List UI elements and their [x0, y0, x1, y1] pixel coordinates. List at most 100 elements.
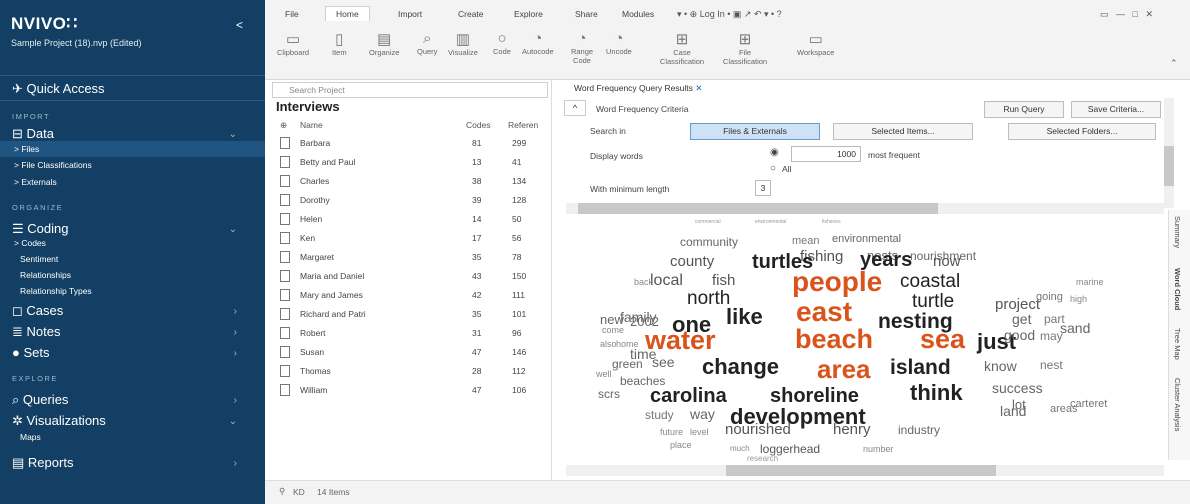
nav-visualizations[interactable]: ✲ Visualizations [12, 413, 106, 429]
tab-create[interactable]: Create [458, 9, 484, 19]
word-cloud-word[interactable]: fisheries [822, 220, 841, 225]
autocode-button[interactable]: ◔ Autocode [522, 30, 554, 56]
case-classification-button[interactable]: ⊞ Case Classification [657, 30, 707, 66]
word-cloud-word[interactable]: going [1036, 292, 1063, 303]
word-cloud-word[interactable]: project [995, 297, 1040, 312]
word-cloud-word[interactable]: know [984, 359, 1017, 373]
word-cloud-word[interactable]: study [645, 409, 674, 421]
table-row[interactable]: Thomas 28 112 [268, 362, 552, 381]
word-cloud-word[interactable]: come [602, 326, 624, 335]
tab-import[interactable]: Import [398, 9, 422, 19]
word-cloud-word[interactable]: industry [898, 424, 940, 436]
word-count-input[interactable]: 1000 [791, 146, 861, 162]
nav-files[interactable]: > Files [14, 144, 39, 154]
files-externals-button[interactable]: Files & Externals [690, 123, 820, 140]
organize-button[interactable]: ▤ Organize [369, 30, 399, 57]
login-link[interactable]: Log In [700, 9, 725, 19]
word-cloud-word[interactable]: high [1070, 295, 1087, 304]
word-cloud-word[interactable]: county [670, 254, 714, 269]
word-cloud-word[interactable]: north [687, 289, 730, 308]
tab-share[interactable]: Share [575, 9, 598, 19]
word-cloud-word[interactable]: nourished [725, 422, 791, 437]
tab-file[interactable]: File [285, 9, 299, 19]
radio-top-icon[interactable]: ◉ [770, 147, 779, 158]
word-cloud-word[interactable]: coastal [900, 272, 960, 291]
word-cloud-word[interactable]: people [792, 268, 882, 296]
word-cloud-word[interactable]: island [890, 357, 951, 378]
save-criteria-button[interactable]: Save Criteria... [1071, 101, 1161, 118]
table-row[interactable]: William 47 106 [268, 381, 552, 400]
word-cloud-word[interactable]: place [670, 441, 692, 450]
word-cloud-word[interactable]: marine [1076, 278, 1104, 287]
word-cloud-word[interactable]: community [680, 236, 738, 248]
word-cloud-word[interactable]: also [600, 340, 617, 349]
nav-data[interactable]: ⊟ Data [12, 126, 54, 142]
nav-coding[interactable]: ☰ Coding [12, 221, 68, 237]
nav-notes[interactable]: ≣ Notes [12, 324, 61, 340]
col-codes-header[interactable]: Codes [466, 120, 491, 130]
word-cloud-word[interactable]: carteret [1070, 399, 1107, 410]
tab-tree-map[interactable]: Tree Map [1173, 328, 1182, 360]
chevron-down-icon[interactable]: ⌄ [229, 416, 237, 427]
word-cloud-word[interactable]: east [796, 298, 852, 326]
table-row[interactable]: Charles 38 134 [268, 172, 552, 191]
word-cloud-word[interactable]: carolina [650, 386, 727, 406]
nav-cases[interactable]: ◻ Cases [12, 303, 63, 319]
word-cloud-word[interactable]: success [992, 381, 1043, 395]
word-cloud-word[interactable]: future [660, 428, 683, 437]
nav-maps[interactable]: Maps [20, 432, 41, 442]
word-cloud-word[interactable]: local [650, 273, 683, 289]
word-cloud-word[interactable]: home [616, 340, 639, 349]
col-references-header[interactable]: Referen [508, 120, 538, 130]
table-row[interactable]: Dorothy 39 128 [268, 191, 552, 210]
word-cloud-word[interactable]: get [1012, 312, 1031, 326]
table-row[interactable]: Barbara 81 299 [268, 134, 552, 153]
table-row[interactable]: Susan 47 146 [268, 343, 552, 362]
table-row[interactable]: Betty and Paul 13 41 [268, 153, 552, 172]
uncode-button[interactable]: ◔ Uncode [606, 30, 632, 56]
selected-folders-button[interactable]: Selected Folders... [1008, 123, 1156, 140]
tab-explore[interactable]: Explore [514, 9, 543, 19]
window-controls[interactable]: ▭ — □ ✕ [1100, 9, 1153, 20]
word-cloud-word[interactable]: area [817, 356, 871, 382]
table-row[interactable]: Margaret 35 78 [268, 248, 552, 267]
quick-toolbar[interactable]: ▾ • ⊕ Log In • ▣ ↗ ↶ ▾ • ? [677, 9, 782, 20]
scroll-thumb[interactable] [578, 203, 938, 214]
tab-cluster-analysis[interactable]: Cluster Analysis [1173, 378, 1182, 431]
vertical-scrollbar[interactable] [1164, 98, 1174, 208]
chevron-down-icon[interactable]: ⌄ [229, 129, 237, 140]
nav-sets[interactable]: ● Sets [12, 345, 50, 360]
word-cloud-word[interactable]: level [690, 428, 709, 437]
nav-externals[interactable]: > Externals [14, 177, 57, 187]
query-button[interactable]: ⌕ Query [417, 30, 437, 56]
cloud-horizontal-scrollbar[interactable] [566, 465, 1164, 476]
word-cloud-word[interactable]: think [910, 382, 963, 404]
word-cloud-word[interactable]: sand [1060, 321, 1090, 335]
word-cloud-word[interactable]: number [863, 445, 894, 454]
word-cloud-word[interactable]: well [596, 370, 612, 379]
table-row[interactable]: Robert 31 96 [268, 324, 552, 343]
word-cloud-word[interactable]: mean [792, 236, 820, 247]
word-cloud-word[interactable]: like [726, 306, 763, 328]
search-input[interactable]: Search Project [272, 82, 548, 98]
range-code-button[interactable]: ◔ Range Code [565, 30, 599, 65]
table-row[interactable]: Richard and Patri 35 101 [268, 305, 552, 324]
run-query-button[interactable]: Run Query [984, 101, 1064, 118]
chevron-right-icon[interactable]: › [234, 458, 237, 469]
word-cloud-word[interactable]: fish [712, 273, 735, 288]
word-cloud-word[interactable]: way [690, 407, 715, 421]
nav-sentiment[interactable]: Sentiment [20, 254, 58, 264]
word-cloud-word[interactable]: now [933, 254, 961, 269]
item-button[interactable]: ▯ Item [332, 30, 347, 57]
nav-file-classifications[interactable]: > File Classifications [14, 160, 92, 170]
word-cloud-word[interactable]: much [730, 445, 750, 453]
radio-all-icon[interactable]: ○ [770, 163, 776, 174]
table-row[interactable]: Helen 14 50 [268, 210, 552, 229]
collapse-sidebar-button[interactable]: < [236, 18, 243, 32]
tab-modules[interactable]: Modules [622, 9, 654, 19]
quick-access[interactable]: ✈ Quick Access [0, 75, 265, 101]
nav-relationship-types[interactable]: Relationship Types [20, 286, 92, 296]
tab-word-cloud[interactable]: Word Cloud [1173, 268, 1182, 310]
table-row[interactable]: Mary and James 42 111 [268, 286, 552, 305]
word-cloud-word[interactable]: turtle [912, 292, 954, 311]
